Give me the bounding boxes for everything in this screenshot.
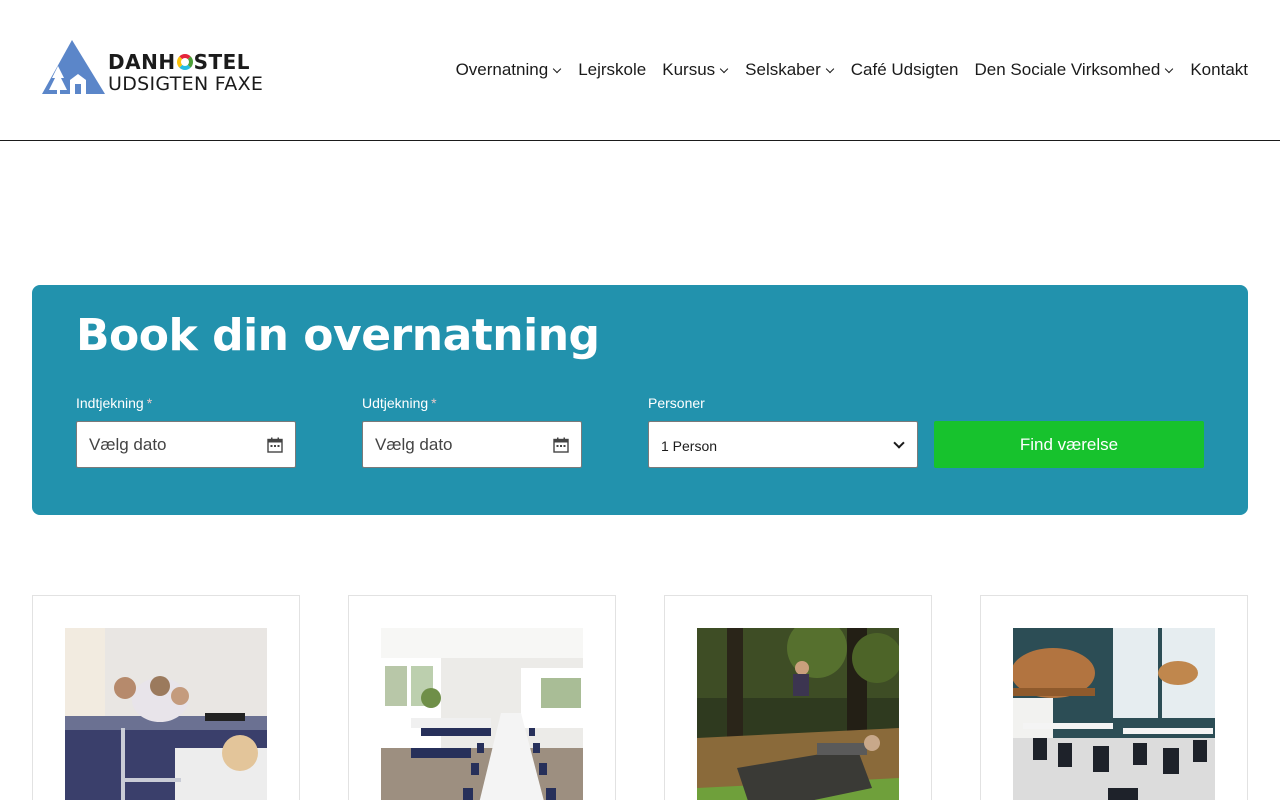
persons-select[interactable]: 1 Person bbox=[648, 421, 918, 468]
outdoor-play-photo[interactable] bbox=[697, 628, 899, 800]
nav-item-selskaber[interactable]: Selskaber bbox=[745, 58, 835, 82]
chevron-down-icon bbox=[893, 439, 905, 451]
chevron-down-icon bbox=[719, 65, 729, 75]
cafe-interior-photo[interactable] bbox=[1013, 628, 1215, 800]
checkin-field: Indtjekning * Vælg dato bbox=[76, 393, 296, 468]
persons-field: Personer 1 Person bbox=[648, 393, 918, 468]
checkin-placeholder: Vælg dato bbox=[89, 434, 167, 454]
nav-item-label: Kontakt bbox=[1190, 60, 1248, 79]
bunk-bed-room-photo[interactable] bbox=[65, 628, 267, 800]
logo-subtitle: UDSIGTEN FAXE bbox=[108, 73, 264, 95]
card-banquet-hall[interactable] bbox=[348, 595, 616, 800]
site-header: DANH STEL UDSIGTEN FAXE Overnatning Lejrs… bbox=[0, 0, 1280, 141]
checkin-label: Indtjekning * bbox=[76, 395, 153, 411]
find-room-button[interactable]: Find værelse bbox=[934, 421, 1204, 468]
danhostel-logo[interactable]: DANH STEL UDSIGTEN FAXE bbox=[42, 38, 266, 98]
checkout-field: Udtjekning * Vælg dato bbox=[362, 393, 582, 468]
persons-selected-value: 1 Person bbox=[661, 438, 718, 454]
booking-title: Book din overnatning bbox=[76, 310, 600, 361]
nav-item-label: Lejrskole bbox=[578, 60, 647, 79]
nav-item-label: Café Udsigten bbox=[850, 60, 959, 79]
nav-item-overnatning[interactable]: Overnatning bbox=[456, 58, 563, 82]
chevron-down-icon bbox=[825, 65, 835, 75]
nav-item-lejrskole[interactable]: Lejrskole bbox=[578, 58, 646, 82]
nav-item-label: Kursus bbox=[662, 60, 716, 79]
chevron-down-icon bbox=[552, 65, 562, 75]
calendar-icon[interactable] bbox=[553, 437, 569, 453]
nav-item-kursus[interactable]: Kursus bbox=[662, 58, 729, 82]
checkin-date-input[interactable]: Vælg dato bbox=[76, 421, 296, 468]
checkout-date-input[interactable]: Vælg dato bbox=[362, 421, 582, 468]
booking-panel: Book din overnatning Indtjekning * Vælg d… bbox=[32, 285, 1248, 515]
sdg-ring-icon bbox=[176, 54, 193, 70]
logo-brand-name: DANH STEL bbox=[108, 50, 251, 74]
tent-tree-logo-icon bbox=[42, 40, 105, 94]
nav-item-kontakt[interactable]: Kontakt bbox=[1190, 58, 1248, 82]
persons-label: Personer bbox=[648, 395, 705, 411]
nav-item-cafe-udsigten[interactable]: Café Udsigten bbox=[851, 58, 959, 82]
nav-item-label: Overnatning bbox=[455, 60, 549, 79]
nav-item-label: Selskaber bbox=[745, 60, 821, 79]
card-cafe[interactable] bbox=[980, 595, 1248, 800]
card-outdoor-play[interactable] bbox=[664, 595, 932, 800]
nav-item-label: Den Sociale Virksomhed bbox=[974, 60, 1161, 79]
nav-item-den-sociale-virksomhed[interactable]: Den Sociale Virksomhed bbox=[975, 58, 1175, 82]
card-bunk-room[interactable] bbox=[32, 595, 300, 800]
chevron-down-icon bbox=[1164, 65, 1174, 75]
checkout-label: Udtjekning * bbox=[362, 395, 437, 411]
banquet-hall-photo[interactable] bbox=[381, 628, 583, 800]
checkout-placeholder: Vælg dato bbox=[375, 434, 453, 454]
calendar-icon[interactable] bbox=[267, 437, 283, 453]
main-navigation: Overnatning Lejrskole Kursus Selskaber C… bbox=[456, 58, 1248, 82]
